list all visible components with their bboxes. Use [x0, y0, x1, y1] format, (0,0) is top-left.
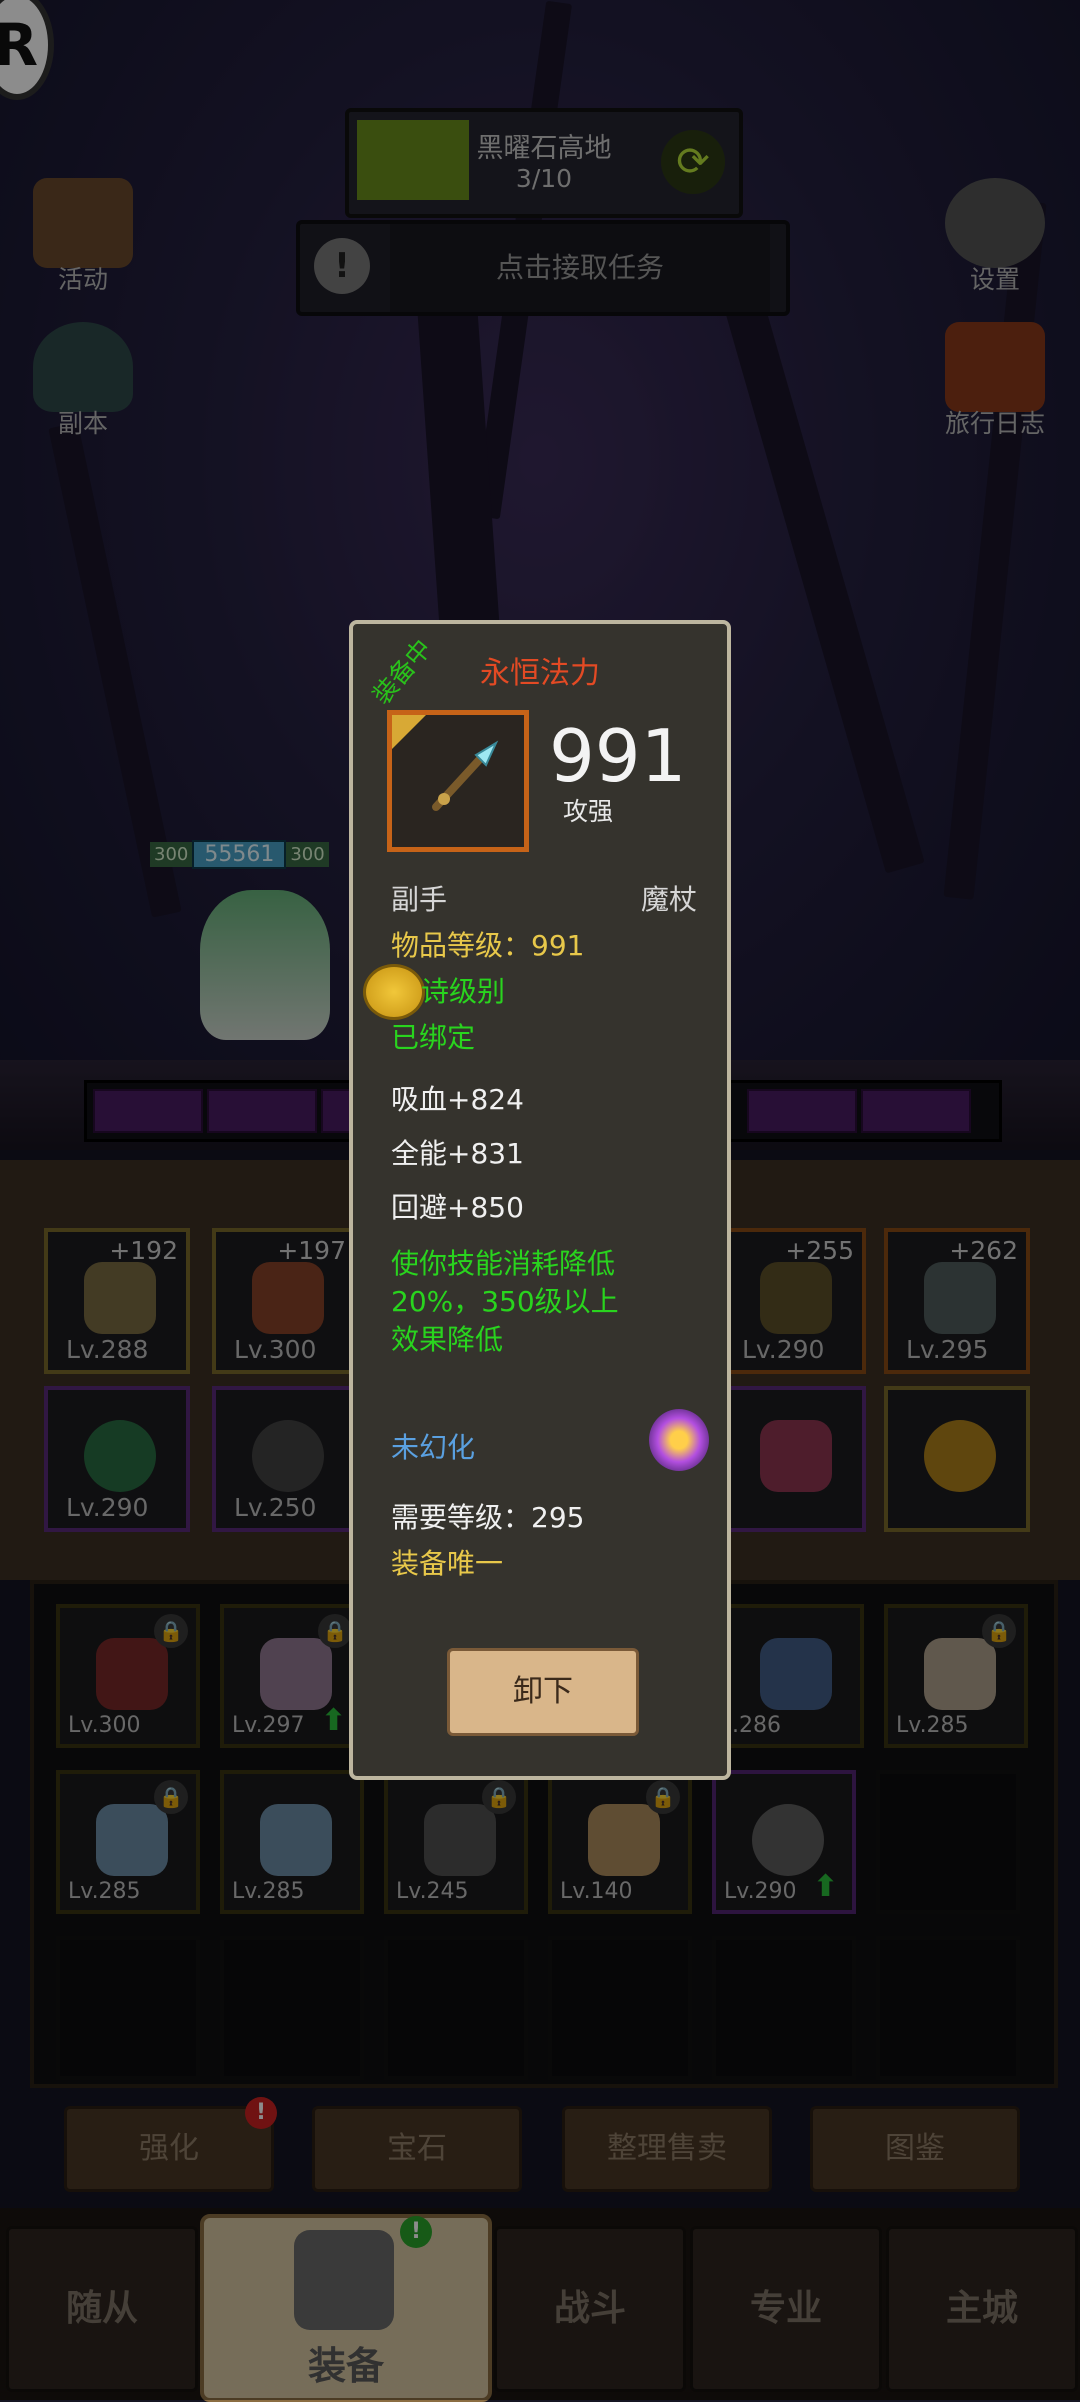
item-level-line: 物品等级：991 [391, 929, 585, 962]
unique-equip-note: 装备唯一 [391, 1547, 504, 1580]
item-type: 魔杖 [640, 883, 697, 916]
item-name: 永恒法力 [480, 656, 600, 691]
item-level-large: 991 [549, 714, 687, 798]
rarity-label: 诗级别 [421, 975, 506, 1008]
required-level: 需要等级：295 [391, 1501, 585, 1534]
primary-stat-label: 攻强 [563, 797, 614, 826]
effect-line: 使你技能消耗降低 [391, 1247, 616, 1280]
effect-line: 20%，350级以上 [391, 1285, 619, 1318]
item-slot: 副手 [391, 883, 448, 916]
transmog-orb-icon[interactable] [649, 1409, 709, 1471]
item-icon-frame [387, 710, 529, 852]
stat-line: 吸血+824 [391, 1083, 524, 1116]
gold-coin-icon [363, 964, 425, 1020]
stat-line: 全能+831 [391, 1137, 524, 1170]
stat-line: 回避+850 [391, 1191, 524, 1224]
item-detail-dialog: 装备中 永恒法力 991 攻强 副手 魔杖 物品等级：991 诗级别 已绑定 吸… [349, 620, 731, 1780]
corner-ornament [392, 715, 426, 749]
bound-status: 已绑定 [391, 1021, 476, 1054]
transmog-status: 未幻化 [391, 1431, 476, 1464]
effect-line: 效果降低 [391, 1323, 504, 1356]
unequip-button[interactable]: 卸下 [447, 1648, 639, 1736]
